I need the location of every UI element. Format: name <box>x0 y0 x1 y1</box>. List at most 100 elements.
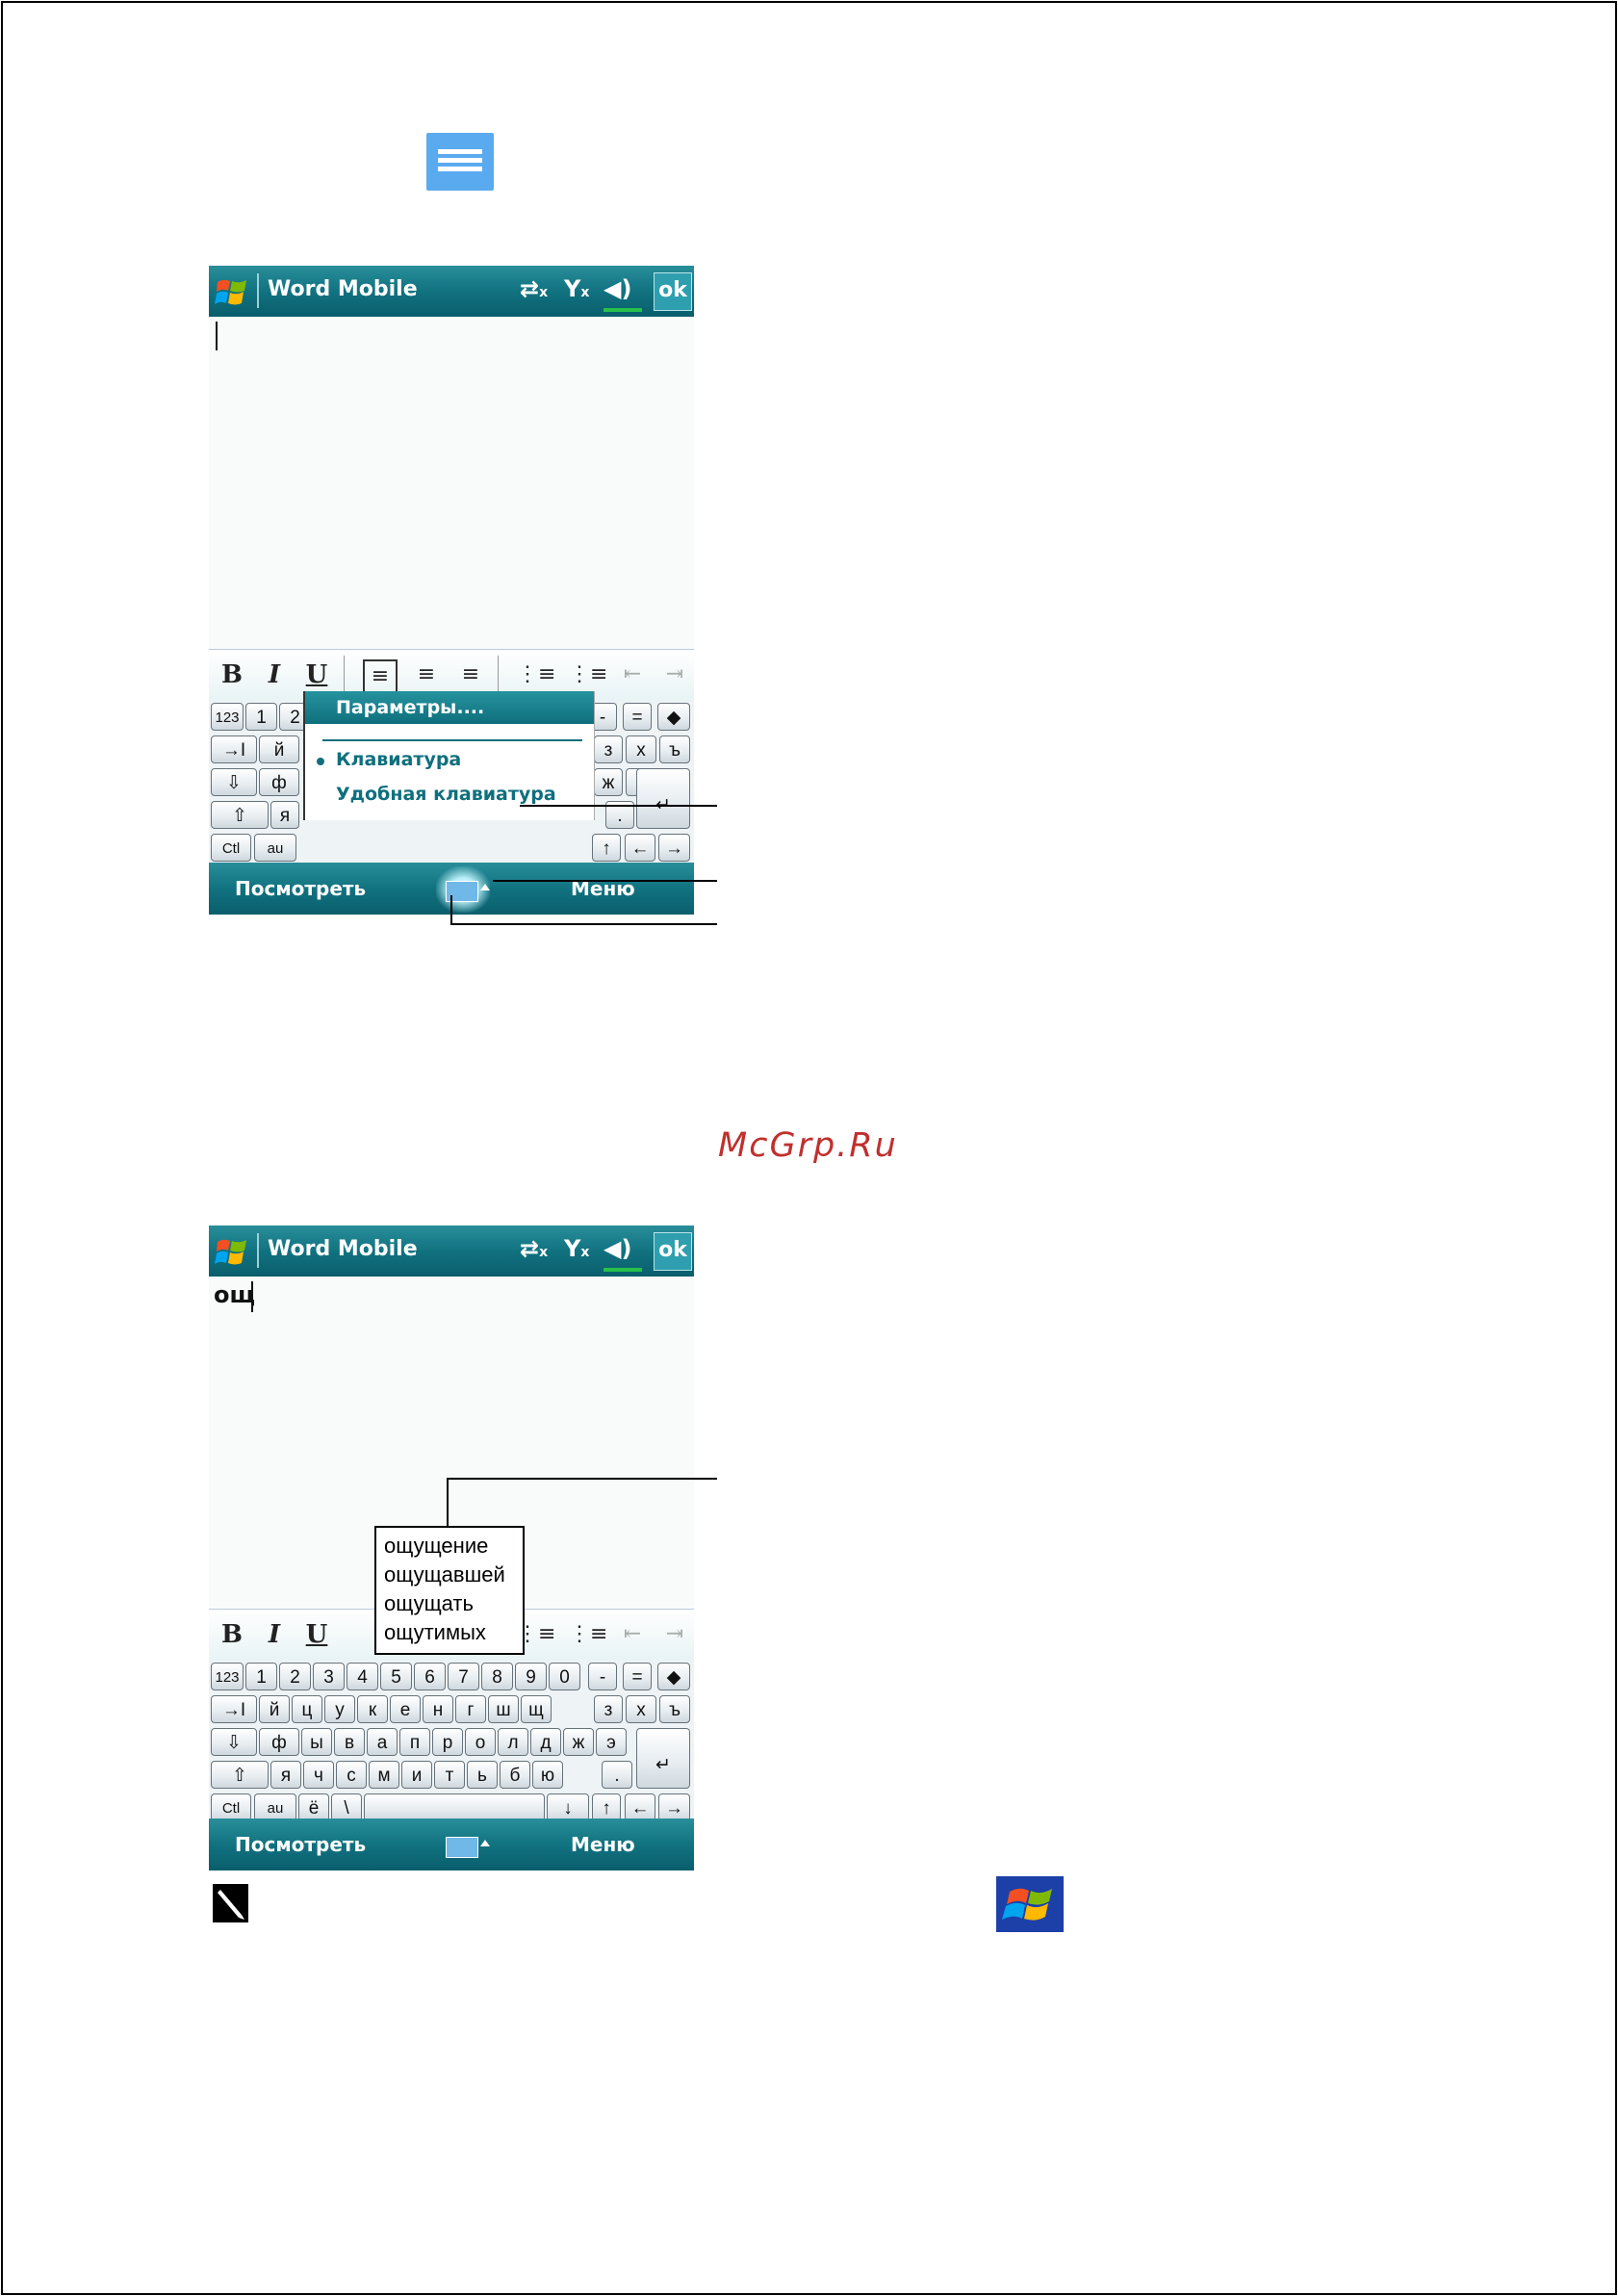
key-backspace[interactable]: ◆ <box>657 1663 690 1690</box>
key-5[interactable]: 5 <box>380 1663 412 1690</box>
suggestion-item[interactable]: ощутимых <box>384 1620 486 1645</box>
key-period[interactable]: . <box>602 1761 632 1789</box>
key-letter[interactable]: у <box>324 1695 355 1723</box>
connectivity-icon[interactable]: ⇄x <box>520 1235 548 1262</box>
key-letter[interactable]: ё <box>298 1793 329 1821</box>
key-letter[interactable]: ь <box>467 1761 498 1789</box>
numbered-list-icon[interactable]: ⋮≡ <box>517 659 555 690</box>
key-letter[interactable]: ш <box>488 1695 519 1723</box>
key-letter[interactable]: х <box>626 1695 656 1723</box>
key-2[interactable]: 2 <box>279 1663 311 1690</box>
key-backslash[interactable]: \ <box>331 1793 362 1821</box>
signal-icon[interactable]: Yx <box>564 1235 589 1262</box>
key-letter[interactable]: т <box>434 1761 465 1789</box>
key-letter[interactable]: ъ <box>659 735 690 763</box>
key-letter[interactable]: й <box>259 1695 290 1723</box>
key-letter[interactable]: б <box>500 1761 530 1789</box>
ok-button[interactable]: ok <box>654 1232 692 1271</box>
suggestion-item[interactable]: ощущавшей <box>384 1562 505 1587</box>
key-minus[interactable]: - <box>588 1663 617 1690</box>
key-letter[interactable]: я <box>270 801 299 829</box>
key-letter[interactable]: к <box>357 1695 388 1723</box>
key-letter[interactable]: щ <box>521 1695 552 1723</box>
key-4[interactable]: 4 <box>347 1663 378 1690</box>
key-au[interactable]: au <box>254 1793 296 1821</box>
bold-button[interactable]: B <box>217 659 247 690</box>
underline-button[interactable]: U <box>301 1619 332 1650</box>
softkey-menu[interactable]: Меню <box>571 1833 635 1856</box>
key-8[interactable]: 8 <box>481 1663 513 1690</box>
key-letter[interactable]: ч <box>303 1761 334 1789</box>
key-letter[interactable]: э <box>596 1728 627 1756</box>
windows-start-icon[interactable] <box>215 274 249 309</box>
bold-button[interactable]: B <box>217 1619 247 1650</box>
key-letter[interactable]: ж <box>594 768 623 796</box>
key-letter[interactable]: д <box>530 1728 561 1756</box>
signal-icon[interactable]: Yx <box>564 275 589 302</box>
key-9[interactable]: 9 <box>515 1663 547 1690</box>
input-selector-arrow-icon[interactable] <box>480 1840 490 1846</box>
key-letter[interactable]: ф <box>259 1728 299 1756</box>
key-letter[interactable]: ф <box>259 768 299 796</box>
key-equals[interactable]: = <box>623 703 652 731</box>
key-letter[interactable]: с <box>336 1761 367 1789</box>
menu-item-options[interactable]: Параметры.... <box>305 691 594 724</box>
key-letter[interactable]: ж <box>563 1728 594 1756</box>
bullet-list-icon[interactable]: ⋮≡ <box>569 659 607 690</box>
key-letter[interactable]: х <box>626 735 656 763</box>
key-letter[interactable]: г <box>455 1695 486 1723</box>
input-selector-arrow-icon[interactable] <box>480 884 490 890</box>
menu-item-transcriber-keyboard[interactable]: Удобная клавиатура <box>336 784 556 805</box>
key-right[interactable]: → <box>658 834 690 862</box>
key-ctl[interactable]: Ctl <box>211 834 251 862</box>
key-caps[interactable]: ⇩ <box>211 1728 257 1756</box>
align-center-icon[interactable]: ≡ <box>411 659 442 690</box>
key-tab[interactable]: →I <box>211 1695 257 1723</box>
windows-start-icon[interactable] <box>215 1234 249 1269</box>
key-space[interactable] <box>364 1793 545 1821</box>
underline-button[interactable]: U <box>301 659 332 690</box>
key-right[interactable]: → <box>658 1793 690 1821</box>
increase-indent-icon[interactable]: ⇥ <box>659 659 690 690</box>
key-1[interactable]: 1 <box>245 1663 277 1690</box>
key-letter[interactable]: н <box>423 1695 453 1723</box>
input-panel-button[interactable] <box>436 1822 490 1869</box>
key-au[interactable]: au <box>254 834 296 862</box>
decrease-indent-icon[interactable]: ⇤ <box>617 1619 648 1650</box>
softkey-view[interactable]: Посмотреть <box>235 877 366 900</box>
align-right-icon[interactable]: ≡ <box>455 659 486 690</box>
key-shift[interactable]: ⇧ <box>211 1761 269 1789</box>
decrease-indent-icon[interactable]: ⇤ <box>617 659 648 690</box>
italic-button[interactable]: I <box>259 1619 290 1650</box>
key-letter[interactable]: и <box>401 1761 432 1789</box>
input-panel-button[interactable] <box>436 866 490 913</box>
softkey-view[interactable]: Посмотреть <box>235 1833 366 1856</box>
key-letter[interactable]: ъ <box>659 1695 690 1723</box>
volume-icon[interactable]: ◀) <box>604 1235 631 1262</box>
key-backspace[interactable]: ◆ <box>657 703 690 731</box>
key-letter[interactable]: п <box>399 1728 430 1756</box>
key-letter[interactable]: з <box>594 1695 623 1723</box>
key-0[interactable]: 0 <box>549 1663 580 1690</box>
key-up[interactable]: ↑ <box>592 1793 621 1821</box>
suggestion-item[interactable]: ощущение <box>384 1534 488 1559</box>
key-letter[interactable]: а <box>367 1728 398 1756</box>
key-equals[interactable]: = <box>623 1663 652 1690</box>
key-letter[interactable]: з <box>594 735 623 763</box>
increase-indent-icon[interactable]: ⇥ <box>659 1619 690 1650</box>
key-3[interactable]: 3 <box>313 1663 345 1690</box>
bullet-list-icon[interactable]: ⋮≡ <box>569 1619 607 1650</box>
key-123[interactable]: 123 <box>211 703 244 731</box>
italic-button[interactable]: I <box>259 659 290 690</box>
key-down[interactable]: ↓ <box>547 1793 589 1821</box>
key-letter[interactable]: ц <box>292 1695 322 1723</box>
align-left-icon[interactable]: ≡ <box>363 659 398 694</box>
document-text[interactable]: ощ <box>214 1281 255 1308</box>
ok-button[interactable]: ok <box>654 272 692 311</box>
key-letter[interactable]: о <box>465 1728 496 1756</box>
key-123[interactable]: 123 <box>211 1663 244 1690</box>
key-shift[interactable]: ⇧ <box>211 801 269 829</box>
key-enter[interactable]: ↵ <box>636 1728 690 1789</box>
key-letter[interactable]: й <box>259 735 299 763</box>
connectivity-icon[interactable]: ⇄x <box>520 275 548 302</box>
